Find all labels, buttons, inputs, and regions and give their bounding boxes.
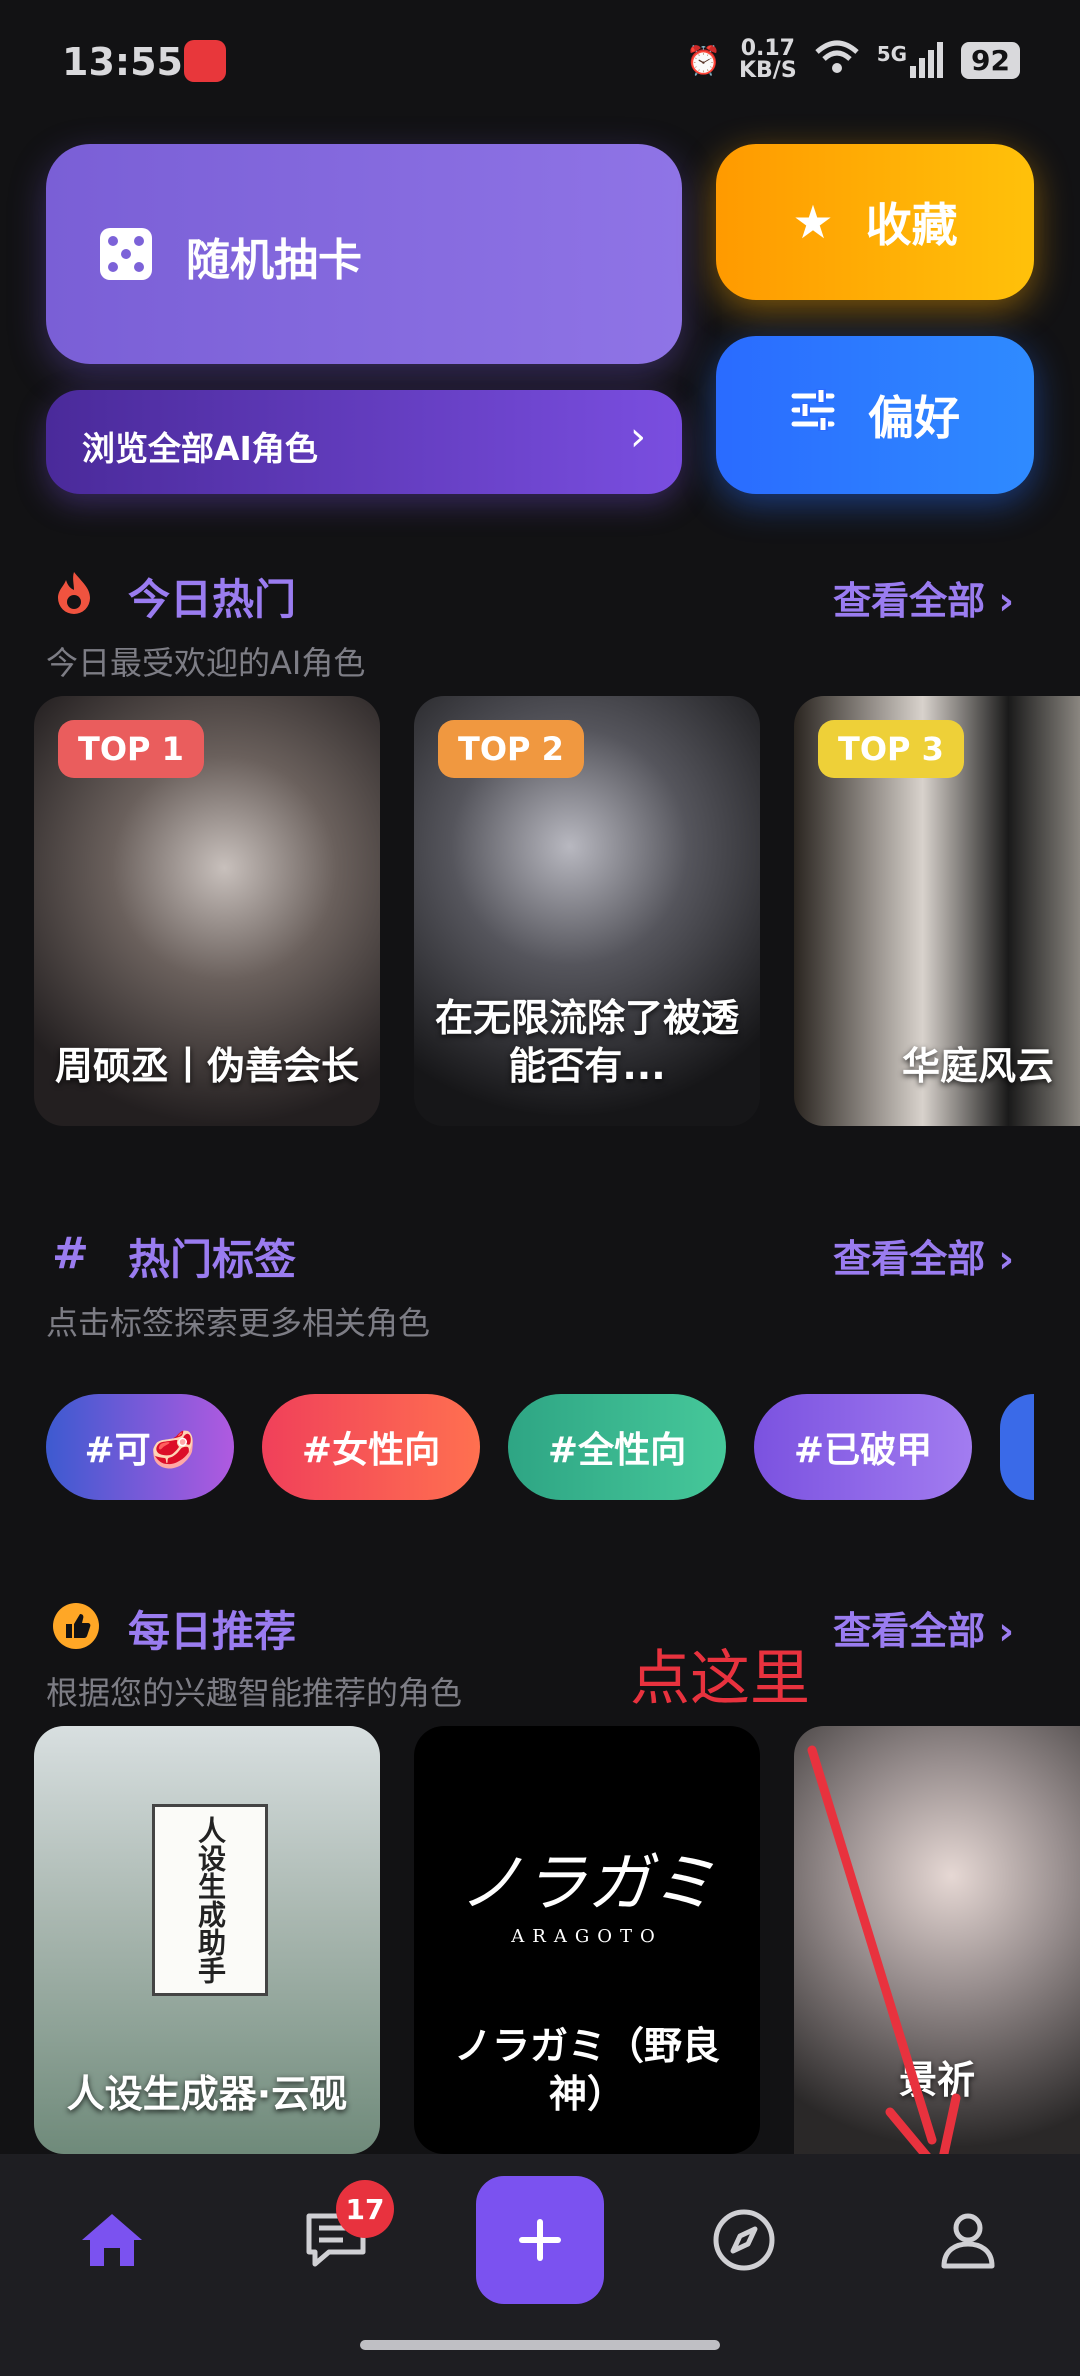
character-name: 人设生成器·云砚 — [66, 2072, 348, 2116]
cover-text: ノラガミ — [459, 1847, 715, 1921]
favorites-button[interactable]: ★ 收藏 — [716, 144, 1034, 300]
app-notification-icon — [184, 40, 226, 82]
recommend-card-2[interactable]: ノラガミ ARAGOTO ノラガミ（野良神） — [414, 1726, 760, 2154]
cover-text: 人设生成助手 — [194, 1816, 227, 1984]
hot-today-subtitle: 今日最受欢迎的AI角色 — [46, 644, 366, 682]
chevron-right-icon: › — [630, 414, 646, 460]
hot-tags-subtitle: 点击标签探索更多相关角色 — [46, 1304, 431, 1342]
rank-badge: TOP 3 — [818, 720, 964, 778]
signal-icon: 5G — [877, 42, 944, 78]
recommend-card-1[interactable]: 人设生成助手 人设生成器·云砚 — [34, 1726, 380, 2154]
tag-chip-partial[interactable] — [1000, 1394, 1034, 1500]
dice-icon — [100, 228, 152, 280]
fire-icon — [52, 570, 96, 614]
rank-badge: TOP 1 — [58, 720, 204, 778]
daily-recommend-see-all[interactable]: 查看全部 › — [833, 1600, 1014, 1655]
random-draw-button[interactable]: 随机抽卡 — [46, 144, 682, 364]
browse-all-label: 浏览全部AI角色 — [82, 429, 318, 468]
battery-level: 92 — [961, 41, 1020, 79]
cover-subtext: ARAGOTO — [511, 1926, 663, 1947]
hot-card-2[interactable]: TOP 2 在无限流除了被透能否有... — [414, 696, 760, 1126]
unread-badge: 17 — [336, 2180, 394, 2238]
nav-discover[interactable] — [704, 2200, 784, 2280]
compass-icon — [713, 2209, 775, 2271]
preferences-label: 偏好 — [868, 391, 960, 445]
tag-chip[interactable]: #女性向 — [262, 1394, 480, 1500]
sliders-icon — [790, 388, 836, 443]
home-icon — [82, 2214, 142, 2266]
nav-home[interactable] — [72, 2200, 152, 2280]
character-name: ノラガミ（野良神） — [453, 2024, 720, 2116]
status-indicators: ⏰ 0.17 KB/S 5G 92 — [686, 38, 1020, 82]
rank-badge: TOP 2 — [438, 720, 584, 778]
nav-profile[interactable] — [928, 2200, 1008, 2280]
tag-chip[interactable]: #已破甲 — [754, 1394, 972, 1500]
daily-recommend-subtitle: 根据您的兴趣智能推荐的角色 — [46, 1674, 463, 1712]
hashtag-icon: # — [52, 1228, 89, 1279]
annotation-arrow — [807, 1745, 961, 2177]
browse-all-characters-button[interactable]: 浏览全部AI角色 › — [46, 390, 682, 494]
create-button[interactable] — [476, 2176, 604, 2304]
network-speed: 0.17 KB/S — [738, 36, 797, 83]
hot-tags-see-all[interactable]: 查看全部 › — [833, 1228, 1014, 1283]
plus-icon — [519, 2219, 561, 2261]
hot-today-title: 今日热门 — [128, 575, 297, 624]
star-icon: ★ — [792, 195, 834, 249]
hot-tags-title: 热门标签 — [128, 1235, 297, 1284]
character-name: 周硕丞丨伪善会长 — [54, 1044, 359, 1088]
hot-today-see-all[interactable]: 查看全部 › — [833, 570, 1014, 625]
character-name: 华庭风云 — [901, 1044, 1054, 1088]
annotation-text: 点这里 — [630, 1644, 810, 1714]
favorites-label: 收藏 — [865, 198, 958, 252]
wifi-icon — [815, 40, 859, 81]
thumbs-up-icon — [52, 1602, 99, 1649]
hot-card-3[interactable]: TOP 3 华庭风云 — [794, 696, 1080, 1126]
tag-chip[interactable]: #可🥩 — [46, 1394, 234, 1500]
character-name: 在无限流除了被透能否有... — [434, 996, 739, 1088]
random-draw-label: 随机抽卡 — [186, 235, 362, 286]
status-time: 13:55 — [62, 40, 183, 84]
hot-card-1[interactable]: TOP 1 周硕丞丨伪善会长 — [34, 696, 380, 1126]
home-indicator — [360, 2340, 720, 2350]
tag-chip[interactable]: #全性向 — [508, 1394, 726, 1500]
preferences-button[interactable]: 偏好 — [716, 336, 1034, 494]
daily-recommend-title: 每日推荐 — [128, 1607, 297, 1656]
profile-icon — [941, 2213, 995, 2269]
alarm-icon: ⏰ — [686, 43, 721, 77]
